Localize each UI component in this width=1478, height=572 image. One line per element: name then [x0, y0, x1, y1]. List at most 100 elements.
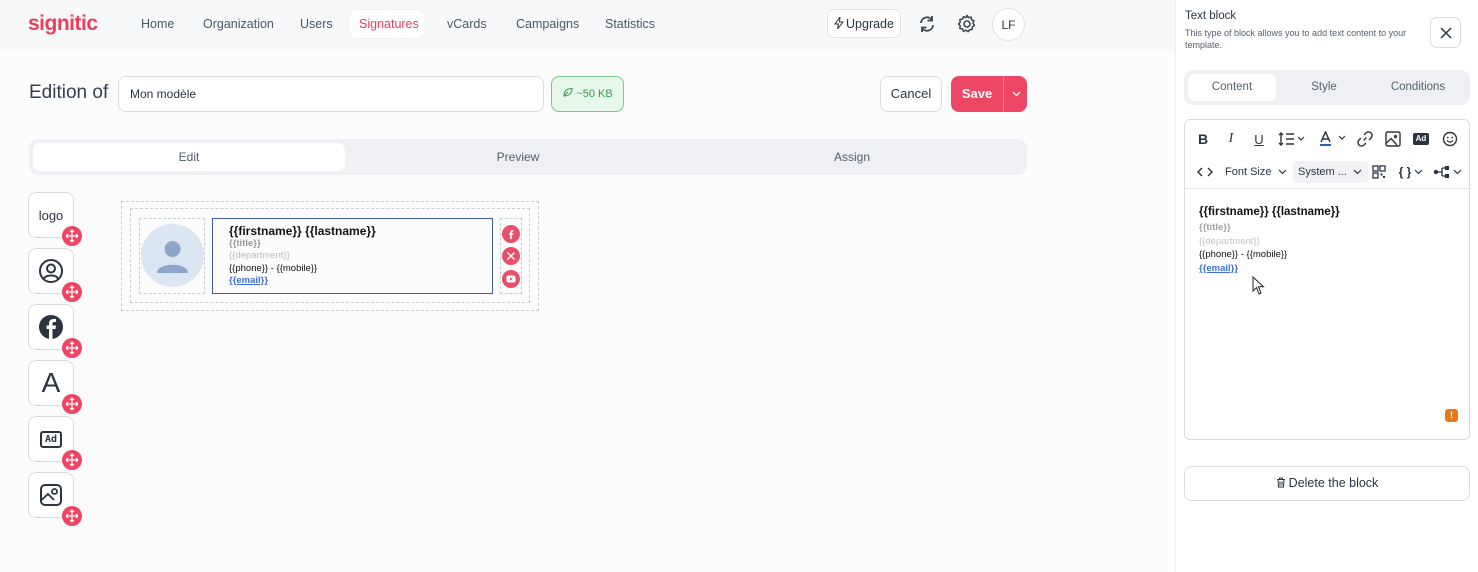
font-family-dropdown[interactable]: System ...: [1293, 161, 1368, 183]
tab-assign[interactable]: Assign: [697, 143, 1007, 171]
size-badge: ~50 KB: [551, 76, 624, 112]
sig-title: {{title}}: [229, 238, 261, 249]
user-avatar[interactable]: LF: [992, 8, 1025, 41]
tab-preview[interactable]: Preview: [363, 143, 673, 171]
logo-text-icon: logo: [38, 207, 64, 223]
block-settings-panel: Text block This type of block allows you…: [1175, 0, 1478, 572]
palette-text-block[interactable]: A: [28, 360, 82, 414]
font-size-dropdown[interactable]: Font Size: [1225, 161, 1287, 183]
nav-campaigns[interactable]: Campaigns: [506, 10, 589, 38]
mouse-cursor-icon: [1252, 275, 1266, 301]
gear-icon[interactable]: [954, 11, 980, 37]
chevron-down-icon: [1453, 169, 1461, 175]
delete-block-label: Delete the block: [1288, 476, 1379, 490]
move-icon[interactable]: [62, 338, 82, 358]
move-icon[interactable]: [62, 506, 82, 526]
ad-icon: Ad: [40, 430, 62, 448]
upgrade-label: Upgrade: [846, 17, 894, 31]
insert-ad-icon[interactable]: Ad: [1413, 132, 1429, 146]
save-dropdown-toggle[interactable]: [1003, 76, 1028, 112]
nav-home[interactable]: Home: [131, 10, 184, 38]
insert-image-icon[interactable]: [1385, 131, 1401, 147]
move-icon[interactable]: [62, 394, 82, 414]
code-view-icon[interactable]: [1197, 164, 1213, 180]
save-label: Save: [961, 86, 993, 101]
delete-block-button[interactable]: Delete the block: [1184, 466, 1470, 501]
text-color-icon[interactable]: [1318, 131, 1348, 147]
font-family-label: System ...: [1298, 166, 1347, 178]
palette-image-block[interactable]: [28, 472, 82, 526]
palette-logo-block[interactable]: logo: [28, 192, 82, 246]
size-badge-text: ~50 KB: [576, 88, 613, 100]
text-block-icon: A: [41, 367, 61, 398]
link-icon[interactable]: [1357, 131, 1373, 147]
italic-icon[interactable]: I: [1223, 131, 1239, 147]
variables-dropdown[interactable]: { }: [1396, 164, 1426, 180]
top-navbar: signitic Home Organization Users Signatu…: [0, 0, 1175, 50]
x-icon: [502, 247, 520, 265]
editor-toolbar-row2: Font Size System ... { }: [1185, 156, 1469, 189]
close-icon: [1439, 26, 1452, 39]
panel-description: This type of block allows you to add tex…: [1185, 28, 1407, 50]
leaf-icon: [563, 87, 573, 97]
chevron-down-icon: [1414, 169, 1423, 175]
rich-text-editor[interactable]: B I U Ad Font Size System ... {} {{firs…: [1184, 119, 1470, 440]
share-icon: [1433, 166, 1449, 178]
editor-email-line[interactable]: {{email}}: [1199, 263, 1238, 274]
sig-phone: {{phone}} - {{mobile}}: [229, 263, 318, 274]
edition-label: Edition of: [29, 82, 109, 103]
editor-phone-line: {{phone}} - {{mobile}}: [1199, 249, 1288, 260]
tab-content[interactable]: Content: [1188, 74, 1276, 101]
nav-statistics[interactable]: Statistics: [595, 10, 665, 38]
chevron-down-icon: [1278, 169, 1286, 175]
lightning-icon: [834, 15, 845, 30]
user-circle-icon: [39, 259, 63, 283]
image-icon: [40, 484, 62, 506]
close-panel-button[interactable]: [1430, 17, 1461, 48]
sig-name: {{firstname}} {{lastname}}: [229, 224, 376, 238]
editor-title-line: {{title}}: [1199, 222, 1231, 233]
avatar-placeholder: [141, 224, 204, 287]
line-height-icon[interactable]: [1278, 131, 1306, 147]
sig-email: {{email}}: [229, 275, 269, 286]
user-silhouette-icon: [157, 241, 188, 273]
braces-icon: { }: [1398, 165, 1412, 179]
save-button[interactable]: Save: [951, 76, 1027, 112]
tab-edit[interactable]: Edit: [33, 143, 345, 171]
nav-vcards[interactable]: vCards: [437, 10, 497, 38]
cancel-button[interactable]: Cancel: [880, 76, 942, 112]
warning-icon[interactable]: !: [1445, 409, 1458, 422]
qr-code-icon[interactable]: [1372, 165, 1386, 179]
tab-conditions[interactable]: Conditions: [1370, 74, 1466, 101]
template-name-input[interactable]: [118, 76, 544, 112]
editor-toolbar-row1: B I U Ad: [1185, 120, 1469, 156]
nav-organization[interactable]: Organization: [193, 10, 284, 38]
underline-icon[interactable]: U: [1251, 131, 1267, 147]
move-icon[interactable]: [62, 450, 82, 470]
bold-icon[interactable]: B: [1195, 131, 1211, 147]
editor-name-line: {{firstname}} {{lastname}}: [1199, 206, 1340, 218]
panel-tabs: Content Style Conditions: [1184, 70, 1470, 105]
nav-users[interactable]: Users: [290, 10, 343, 38]
facebook-icon: [502, 225, 520, 243]
chevron-down-icon: [1353, 169, 1362, 175]
panel-title: Text block: [1185, 10, 1237, 22]
editor-department-line: {{department}}: [1199, 236, 1260, 247]
sync-icon[interactable]: [914, 11, 940, 37]
nav-signatures[interactable]: Signatures: [349, 10, 425, 38]
share-dropdown[interactable]: [1432, 164, 1462, 180]
move-icon[interactable]: [62, 226, 82, 246]
upgrade-button[interactable]: Upgrade: [827, 9, 901, 38]
text-block-selected[interactable]: {{firstname}} {{lastname}} {{title}} {{d…: [212, 218, 493, 294]
move-icon[interactable]: [62, 282, 82, 302]
palette-avatar-block[interactable]: [28, 248, 82, 302]
signitic-logo[interactable]: signitic: [28, 12, 98, 36]
mode-tabs: Edit Preview Assign: [29, 139, 1027, 175]
palette-ad-block[interactable]: Ad: [28, 416, 82, 470]
emoji-icon[interactable]: [1442, 131, 1458, 147]
palette-social-block[interactable]: [28, 304, 82, 358]
tab-style[interactable]: Style: [1280, 74, 1368, 101]
font-size-label: Font Size: [1225, 166, 1272, 178]
chevron-down-icon: [1012, 91, 1020, 97]
sig-department: {{department}}: [229, 250, 290, 261]
